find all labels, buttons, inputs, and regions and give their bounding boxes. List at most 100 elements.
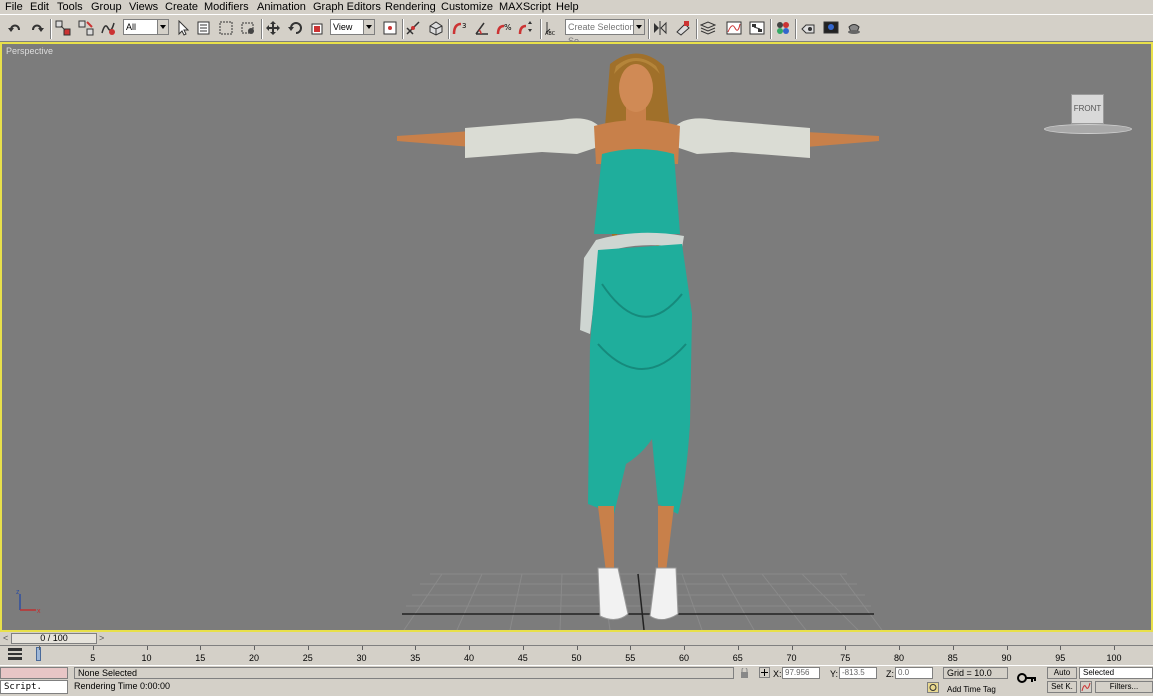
menu-edit[interactable]: Edit — [30, 0, 49, 14]
absolute-mode-icon[interactable] — [759, 667, 770, 678]
time-slider-thumb[interactable]: 0 / 100 — [11, 633, 97, 644]
redo-icon[interactable] — [29, 20, 45, 36]
snaps-toggle-icon[interactable]: 3 — [452, 20, 468, 36]
character-model — [397, 53, 879, 620]
select-and-rotate-icon[interactable] — [288, 20, 304, 36]
menu-views[interactable]: Views — [129, 0, 158, 14]
key-filters-button[interactable]: Filters... — [1095, 681, 1153, 693]
track-tick-label: 60 — [678, 653, 690, 663]
menu-create[interactable]: Create — [165, 0, 198, 14]
track-tick-label: 20 — [248, 653, 260, 663]
viewcube-front-face[interactable]: FRONT — [1071, 94, 1104, 124]
menu-tools[interactable]: Tools — [57, 0, 83, 14]
time-slider-prev[interactable]: < — [3, 633, 8, 644]
edit-named-selection-icon[interactable]: ABC — [544, 20, 560, 36]
main-toolbar: All View 3 % ABC Create Selection Se — [0, 14, 1153, 46]
menu-customize[interactable]: Customize — [441, 0, 493, 14]
material-editor-icon[interactable] — [775, 20, 791, 36]
schematic-view-icon[interactable] — [749, 20, 765, 36]
mirror-icon[interactable] — [652, 20, 668, 36]
align-icon[interactable] — [675, 20, 691, 36]
keyboard-shortcut-override-icon[interactable] — [428, 20, 444, 36]
render-time-label: Rendering Time 0:00:00 — [74, 681, 171, 691]
layer-manager-icon[interactable] — [700, 20, 716, 36]
select-object-icon[interactable] — [175, 20, 191, 36]
track-tick — [1114, 646, 1115, 650]
mini-curve-editor-icon[interactable] — [8, 648, 22, 660]
menu-help[interactable]: Help — [556, 0, 579, 14]
menu-maxscript[interactable]: MAXScript — [499, 0, 551, 14]
use-pivot-center-icon[interactable] — [382, 20, 398, 36]
track-tick — [522, 646, 524, 650]
y-coord-label: Y: — [830, 669, 839, 679]
track-tick-label: 80 — [893, 653, 905, 663]
spinner-snap-icon[interactable] — [518, 20, 534, 36]
select-and-move-icon[interactable] — [265, 20, 281, 36]
track-tick — [361, 646, 363, 650]
set-key-mode-icon[interactable] — [1017, 672, 1037, 684]
viewcube[interactable]: FRONT — [1044, 90, 1132, 136]
selection-status: None Selected — [74, 667, 734, 679]
quick-render-icon[interactable] — [846, 20, 862, 36]
track-tick — [92, 646, 94, 650]
percent-snap-icon[interactable]: % — [496, 20, 512, 36]
unlink-selection-icon[interactable] — [78, 20, 94, 36]
track-tick — [737, 646, 739, 650]
x-coord-field[interactable]: 97.956 — [782, 667, 820, 679]
svg-text:ABC: ABC — [545, 31, 556, 36]
key-mode-dropdown[interactable]: Selected — [1079, 667, 1153, 679]
time-slider-next[interactable]: > — [99, 633, 104, 644]
track-tick — [576, 646, 578, 650]
undo-icon[interactable] — [7, 20, 23, 36]
menu-bar: File Edit Tools Group Views Create Modif… — [0, 0, 1153, 14]
named-selection-dropdown[interactable]: Create Selection Se — [565, 19, 645, 46]
selection-filter-dropdown[interactable]: All — [123, 19, 169, 35]
set-key-button[interactable]: Set K. — [1047, 681, 1077, 693]
y-coord-field[interactable]: -813.5 — [839, 667, 877, 679]
track-tick-label: 90 — [1001, 653, 1012, 663]
render-setup-icon[interactable] — [800, 20, 816, 36]
track-tick-label: 50 — [571, 653, 582, 663]
track-bar[interactable]: 5 10 15 20 25 30 35 40 45 50 55 60 65 70 75 80 85 90 95 100 — [0, 645, 1153, 665]
track-tick-label: 55 — [625, 653, 636, 663]
rectangular-selection-icon[interactable] — [218, 20, 234, 36]
select-and-link-icon[interactable] — [55, 20, 71, 36]
track-tick — [899, 646, 900, 650]
z-coord-field[interactable]: 0.0 — [895, 667, 933, 679]
window-crossing-icon[interactable] — [240, 20, 256, 36]
track-tick — [791, 646, 793, 650]
menu-animation[interactable]: Animation — [257, 0, 306, 14]
menu-graph-editors[interactable]: Graph Editors — [313, 0, 381, 14]
perspective-viewport[interactable]: Perspective FRONT z x — [0, 42, 1153, 632]
track-tick — [1060, 646, 1062, 650]
svg-text:%: % — [504, 23, 512, 32]
track-tick — [845, 646, 847, 650]
rendered-frame-window-icon[interactable] — [823, 20, 839, 36]
track-tick-label: 30 — [356, 653, 367, 663]
menu-modifiers[interactable]: Modifiers — [204, 0, 249, 14]
svg-text:z: z — [16, 589, 20, 596]
maxscript-listener-mini[interactable] — [0, 667, 68, 679]
time-slider[interactable]: < 0 / 100 > — [0, 632, 1153, 645]
auto-key-button[interactable]: Auto — [1047, 667, 1077, 679]
select-and-scale-icon[interactable] — [310, 20, 326, 36]
angle-snap-icon[interactable] — [474, 20, 490, 36]
grid-size-field: Grid = 10.0 — [943, 667, 1008, 679]
lock-selection-icon[interactable] — [740, 667, 749, 678]
maxscript-input[interactable]: Script. — [0, 680, 68, 694]
menu-group[interactable]: Group — [91, 0, 122, 14]
time-tag-icon[interactable] — [927, 682, 939, 693]
track-tick — [307, 646, 309, 650]
bind-to-space-warp-icon[interactable] — [100, 20, 116, 36]
track-tick-label: 45 — [517, 653, 528, 663]
track-tick-label: 10 — [141, 653, 152, 663]
select-by-name-icon[interactable] — [196, 20, 212, 36]
select-and-manipulate-icon[interactable] — [405, 20, 421, 36]
track-tick — [415, 646, 417, 650]
key-filters-icon[interactable] — [1080, 681, 1092, 693]
home-grid — [402, 573, 883, 630]
menu-file[interactable]: File — [5, 0, 23, 14]
curve-editor-icon[interactable] — [726, 20, 742, 36]
menu-rendering[interactable]: Rendering — [385, 0, 436, 14]
reference-coord-dropdown[interactable]: View — [330, 19, 375, 35]
